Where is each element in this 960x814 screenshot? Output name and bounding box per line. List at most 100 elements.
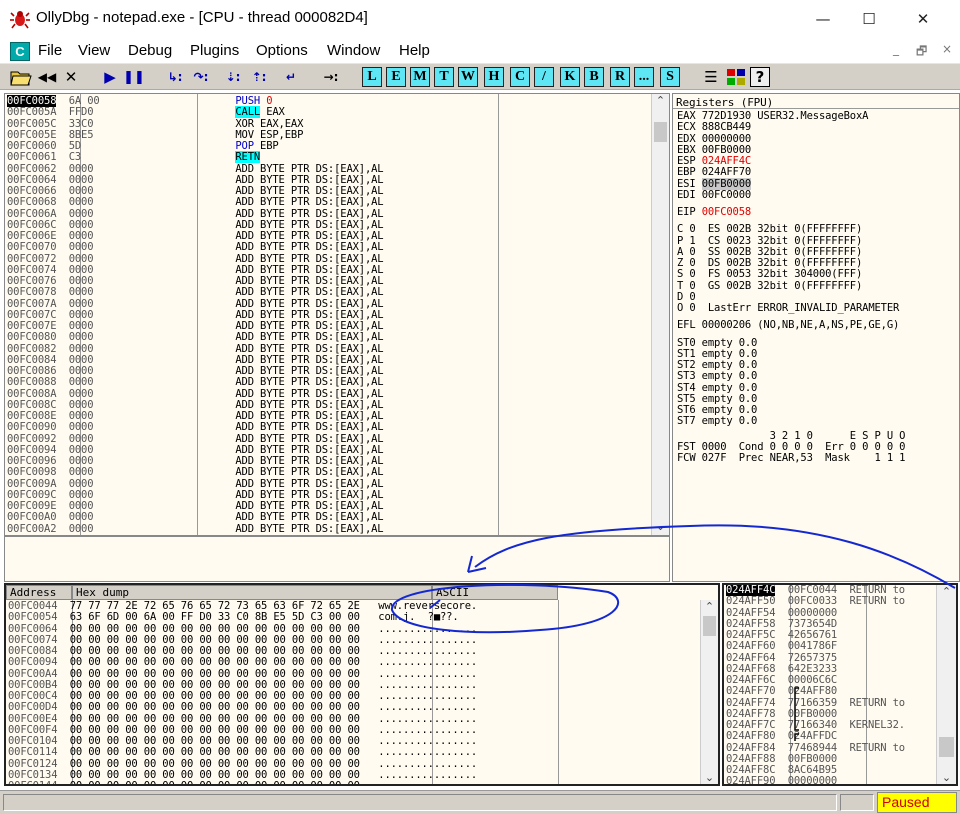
scroll-up-icon[interactable]: ⌃ xyxy=(701,600,718,614)
disasm-row[interactable]: 00FC005A FFD0 CALL EAX xyxy=(7,106,383,119)
mdi-minimize-button[interactable]: _ xyxy=(893,42,899,56)
open-folder-icon[interactable] xyxy=(10,68,32,86)
cpu-window-icon[interactable]: C xyxy=(10,42,30,61)
toolbar-patches-button[interactable]: / xyxy=(534,67,554,87)
register-value[interactable]: 00FC0058 xyxy=(702,206,752,218)
scroll-thumb[interactable] xyxy=(654,122,667,142)
register-value[interactable]: 00000000 xyxy=(702,133,752,145)
close-program-icon[interactable]: ✕ xyxy=(60,67,82,87)
register-value[interactable]: 024AFF4C xyxy=(702,155,752,167)
disasm-address: 00FC0092 xyxy=(7,432,57,445)
toolbar-threads-button[interactable]: T xyxy=(434,67,454,87)
toolbar-runtrace-button[interactable]: ... xyxy=(634,67,654,87)
restart-icon[interactable]: ◀◀ xyxy=(36,67,58,87)
disasm-operand: BYTE PTR DS:[EAX],AL xyxy=(260,398,384,411)
toolbar-log-button[interactable]: L xyxy=(362,67,382,87)
dump-ascii: ................ xyxy=(378,712,478,725)
register-value[interactable]: 00FB0000 xyxy=(701,177,751,190)
trace-over-icon[interactable]: ⇡: xyxy=(248,67,270,87)
scroll-down-icon[interactable]: ⌄ xyxy=(652,520,669,533)
disasm-hex: 5D xyxy=(68,140,193,152)
scroll-thumb[interactable] xyxy=(939,737,954,757)
goto-address-icon[interactable]: →: xyxy=(320,67,342,87)
registers-pane[interactable]: Registers (FPU) EAX 772D1930 USER32.Mess… xyxy=(672,93,960,582)
toolbar-windows-button[interactable]: W xyxy=(458,67,478,87)
memory-dump-pane[interactable]: Address Hex dump ASCII 00FC0044 77 77 77… xyxy=(4,583,720,786)
scroll-down-icon[interactable]: ⌄ xyxy=(937,771,956,784)
disasm-address: 00FC0058 xyxy=(7,95,57,107)
trace-into-icon[interactable]: ⇣: xyxy=(222,67,244,87)
toolbar-executables-button[interactable]: E xyxy=(386,67,406,87)
menu-window[interactable]: Window xyxy=(327,42,380,59)
disasm-operand: BYTE PTR DS:[EAX],AL xyxy=(260,353,384,366)
minimize-button[interactable]: — xyxy=(800,0,846,38)
disasm-row[interactable]: 00FC00A2 0000 ADD BYTE PTR DS:[EAX],AL xyxy=(7,523,384,535)
disasm-hex: 0000 xyxy=(68,342,193,355)
toolbar-callstack-button[interactable]: K xyxy=(560,67,580,87)
disasm-mnemonic: ADD xyxy=(235,443,254,456)
menu-view[interactable]: View xyxy=(78,42,110,59)
disasm-address: 00FC00A0 xyxy=(7,511,57,524)
scroll-up-icon[interactable]: ⌃ xyxy=(652,94,669,110)
list-icon[interactable]: ☰ xyxy=(700,67,722,87)
stack-value: 0041786F xyxy=(787,640,838,653)
toolbar-references-button[interactable]: R xyxy=(610,67,630,87)
mdi-restore-button[interactable]: 🗗 xyxy=(916,42,927,63)
dump-scrollbar[interactable]: ⌃ ⌄ xyxy=(700,600,718,784)
stack-row[interactable]: 024AFF90 00000000 xyxy=(726,776,905,784)
register-value[interactable]: 888CB449 xyxy=(702,121,752,133)
disasm-hex: 0000 xyxy=(68,511,193,524)
stack-pane[interactable]: 024AFF4C 00FC0044 RETURN to 024AFF50 00FC… xyxy=(722,583,958,786)
toolbar-handles-button[interactable]: H xyxy=(484,67,504,87)
dump-address: 00FC00D4 xyxy=(8,701,58,714)
scroll-down-icon[interactable]: ⌄ xyxy=(701,771,718,784)
appearance-grid-icon[interactable] xyxy=(726,68,746,86)
flag-text: S 0 FS 0053 32bit 304000(FFF) xyxy=(677,268,863,281)
disasm-address: 00FC0098 xyxy=(7,466,57,479)
disasm-hex: C3 xyxy=(68,151,193,164)
disasm-mnemonic: PUSH xyxy=(235,95,261,107)
disasm-operand: BYTE PTR DS:[EAX],AL xyxy=(260,455,384,467)
status-divider xyxy=(840,794,874,811)
disasm-address: 00FC0068 xyxy=(7,196,57,209)
step-into-icon[interactable]: ↳: xyxy=(164,67,186,87)
step-over-icon[interactable]: ↷: xyxy=(190,67,212,87)
toolbar-breakpoints-button[interactable]: B xyxy=(584,67,604,87)
register-value[interactable]: 772D1930 xyxy=(702,110,752,122)
dump-header-hex[interactable]: Hex dump xyxy=(72,585,432,600)
pause-icon[interactable]: ❚❚ xyxy=(123,67,145,87)
toolbar-source-button[interactable]: S xyxy=(660,67,680,87)
register-value[interactable]: 024AFF70 xyxy=(702,166,752,178)
scroll-thumb[interactable] xyxy=(703,616,716,636)
register-name: ECX xyxy=(677,121,702,134)
help-icon[interactable]: ? xyxy=(750,67,770,87)
toolbar-cpu-button[interactable]: C xyxy=(510,67,530,87)
disassembly-scrollbar[interactable]: ⌃ ⌄ xyxy=(651,94,669,535)
menu-options[interactable]: Options xyxy=(256,42,308,59)
dump-hex: 00 00 00 00 00 00 00 00 00 00 00 00 00 0… xyxy=(69,768,360,781)
close-button[interactable]: ✕ xyxy=(900,0,946,38)
scroll-up-icon[interactable]: ⌃ xyxy=(937,585,956,599)
menu-debug[interactable]: Debug xyxy=(128,42,172,59)
disasm-address: 00FC0082 xyxy=(7,342,57,355)
dump-header-address[interactable]: Address xyxy=(6,585,72,600)
toolbar-memory-button[interactable]: M xyxy=(410,67,430,87)
menu-help[interactable]: Help xyxy=(399,42,430,59)
dump-row[interactable]: 00FC0144 00 00 00 00 00 00 00 00 00 00 0… xyxy=(8,780,477,784)
run-icon[interactable]: ▶ xyxy=(100,67,120,87)
disasm-hex: 0000 xyxy=(68,320,193,332)
register-value[interactable]: 00FC0000 xyxy=(702,189,752,201)
menu-plugins[interactable]: Plugins xyxy=(190,42,239,59)
disasm-address: 00FC0064 xyxy=(7,173,57,186)
register-row: EDI 00FC0000 xyxy=(677,189,905,201)
mdi-close-button[interactable]: × xyxy=(942,42,952,56)
disassembly-pane[interactable]: 00FC0058 6A 00 PUSH 0 00FC005A FFD0 CALL … xyxy=(4,93,670,536)
maximize-button[interactable]: ☐ xyxy=(846,0,892,38)
register-value[interactable]: 00FB0000 xyxy=(702,144,752,156)
stack-scrollbar[interactable]: ⌃ ⌄ xyxy=(936,585,956,784)
execute-till-return-icon[interactable]: ↵ xyxy=(280,67,302,87)
menu-file[interactable]: File xyxy=(38,42,62,59)
dump-header-ascii[interactable]: ASCII xyxy=(432,585,558,600)
disasm-operand: BYTE PTR DS:[EAX],AL xyxy=(260,365,384,377)
disasm-operand: BYTE PTR DS:[EAX],AL xyxy=(260,443,384,456)
